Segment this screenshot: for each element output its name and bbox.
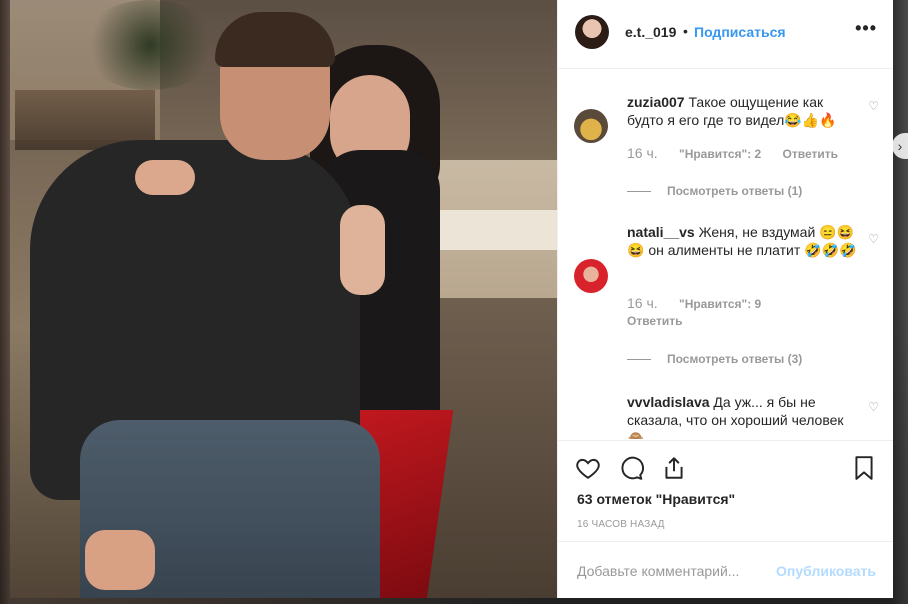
publish-button[interactable]: Опубликовать (776, 563, 876, 579)
post-time-ago: 16 ЧАСОВ НАЗАД (577, 519, 665, 530)
view-replies-label: Посмотреть ответы (1) (667, 184, 803, 198)
add-comment-box: Опубликовать (558, 541, 893, 599)
photo-hand-shoulder (135, 160, 195, 195)
commenter-avatar[interactable] (574, 259, 608, 293)
view-replies-button[interactable]: Посмотреть ответы (1) (627, 184, 802, 198)
post-modal: e.t._019 • Подписаться ••• zuzia007 Тако… (10, 0, 893, 598)
author-username[interactable]: e.t._019 (625, 24, 676, 40)
comment-time: 16 ч. (627, 145, 658, 161)
photo-hand-woman (340, 205, 385, 295)
comment-likes[interactable]: "Нравится": 2 (679, 147, 761, 161)
comment-meta: 16 ч. "Нравится": 2 Ответить (627, 145, 856, 161)
follow-button[interactable]: Подписаться (694, 24, 786, 40)
commenter-username[interactable]: natali__vs (627, 224, 695, 240)
likes-count[interactable]: 63 отметок "Нравится" (577, 491, 735, 507)
comment-body: vvvladislava Да уж... я бы не сказала, ч… (627, 393, 857, 439)
comment-likes[interactable]: "Нравится": 9 (679, 297, 761, 311)
separator-dot: • (683, 23, 688, 39)
like-heart-icon[interactable] (575, 455, 601, 481)
commenter-username[interactable]: vvvladislava (627, 394, 710, 410)
post-photo[interactable] (10, 0, 557, 598)
photo-table (440, 210, 557, 250)
comment-reply-row: Ответить (627, 314, 700, 328)
comment-like-heart-icon[interactable]: ♡ (868, 232, 879, 246)
comment-reply-button[interactable]: Ответить (627, 314, 682, 328)
commenter-username[interactable]: zuzia007 (627, 94, 685, 110)
bookmark-icon[interactable] (851, 455, 877, 481)
replies-line (627, 359, 651, 361)
comments-list[interactable]: zuzia007 Такое ощущение как будто я его … (558, 69, 893, 439)
view-replies-button[interactable]: Посмотреть ответы (3) (627, 352, 802, 366)
comment-input[interactable] (575, 556, 769, 586)
comment-icon[interactable] (618, 455, 644, 481)
post-side-panel: e.t._019 • Подписаться ••• zuzia007 Тако… (557, 0, 893, 598)
comment-like-heart-icon[interactable]: ♡ (868, 99, 879, 113)
comment-meta: 16 ч. "Нравится": 9 (627, 295, 779, 311)
post-actions: 63 отметок "Нравится" 16 ЧАСОВ НАЗАД (558, 440, 893, 541)
comment-body: zuzia007 Такое ощущение как будто я его … (627, 93, 857, 129)
share-icon[interactable] (661, 455, 687, 481)
replies-line (627, 191, 651, 193)
photo-hand (85, 530, 155, 590)
comment-reply-button[interactable]: Ответить (783, 147, 838, 161)
photo-man-hair (215, 12, 335, 67)
comment-body: natali__vs Женя, не вздумай 😑😆😆 он алиме… (627, 223, 857, 259)
author-avatar[interactable] (575, 15, 609, 49)
view-replies-label: Посмотреть ответы (3) (667, 352, 803, 366)
post-header: e.t._019 • Подписаться ••• (558, 0, 893, 69)
comment-time: 16 ч. (627, 295, 658, 311)
comment-like-heart-icon[interactable]: ♡ (868, 400, 879, 414)
photo-plant (80, 0, 220, 90)
commenter-avatar[interactable] (574, 109, 608, 143)
more-options-icon[interactable]: ••• (855, 18, 877, 39)
